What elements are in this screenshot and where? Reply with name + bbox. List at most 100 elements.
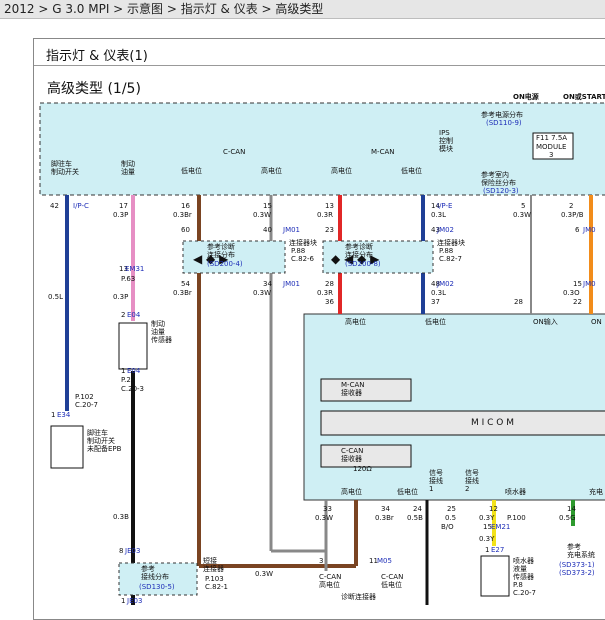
breadcrumb: 2012 > G 3.0 MPI > 示意图 > 指示灯 & 仪表 > 高级类型 <box>0 0 605 19</box>
label-signal2: 信号 <box>465 468 479 477</box>
label-c-can-low: 低电位 <box>381 580 402 589</box>
brake-fluid-sensor-icon <box>118 322 148 370</box>
micom-box <box>320 410 605 436</box>
label-w03w: 0.3W <box>513 211 531 219</box>
label-jm0: JM0 <box>582 280 596 288</box>
label-ref-diag-dist: 参考诊断 <box>207 242 235 251</box>
label-ref-ground-dist: 保险丝分布 <box>481 178 516 187</box>
label-pin-14b: 14 <box>567 505 576 513</box>
wiring-diagram: 高级类型 (1/5) ◀ ◆ ▶ ◆ ◀ ◆ ▶ ON电源 ON或START参考… <box>39 80 605 605</box>
label-ipc: I/P-C <box>73 202 89 210</box>
label-ref-ground2: 参考 <box>141 564 155 573</box>
label-pin-6: 6 <box>575 226 580 234</box>
label-c-can-high: 高电位 <box>319 580 340 589</box>
label-pin-2: 2 <box>121 311 125 319</box>
label-brake-fluid-sensor: 油量 <box>151 327 165 336</box>
label-conn-block: 连接器块 <box>437 238 465 247</box>
label-high-level: 高电位 <box>341 487 362 496</box>
label-p100: P.100 <box>507 514 526 522</box>
label-on-input: ON输入 <box>533 317 558 326</box>
cluster-micom-box <box>303 313 605 501</box>
label-m-can-rx: 接收器 <box>341 388 362 397</box>
label-e34: E34 <box>57 411 71 419</box>
label-w03o: 0.3O <box>563 289 580 297</box>
label-c-can-high: C-CAN <box>319 573 341 581</box>
label-low-level: 低电位 <box>181 166 202 175</box>
label-brake-fluid-top: 油量 <box>121 167 135 176</box>
label-short-conn: 短接 <box>203 556 217 565</box>
label-m-can-rx: M-CAN <box>341 381 364 389</box>
label-high-level: 高电位 <box>345 317 366 326</box>
label-washer-sensor: 传感器 <box>513 572 534 581</box>
label-ref-diag-dist: 连接分布 <box>207 250 235 259</box>
label-w03w: 0.3W <box>253 289 271 297</box>
label-ref-diag-dist: 参考诊断 <box>345 242 373 251</box>
label-pin-28: 28 <box>514 298 523 306</box>
label-p103: P.103 <box>205 575 224 583</box>
label-r120: 120Ω <box>353 465 372 473</box>
label-low-level: 低电位 <box>425 317 446 326</box>
label-signal2: 2 <box>465 485 469 493</box>
label-parking-brake-switch: 制动开关 <box>87 436 115 445</box>
label-pin-54: 54 <box>181 280 190 288</box>
label-e04: E04 <box>127 311 141 319</box>
label-p88: P.88 <box>291 247 305 255</box>
label-pin-42: 42 <box>50 202 59 210</box>
label-pin-1: 1 <box>51 411 55 419</box>
label-ref-diag-dist: 连接分布 <box>345 250 373 259</box>
label-brake-fluid-sensor: 传感器 <box>151 335 172 344</box>
label-pin-60: 60 <box>181 226 190 234</box>
label-p88: P.88 <box>439 247 453 255</box>
label-m05: M05 <box>377 557 392 565</box>
label-short-conn: 连接器 <box>203 564 224 573</box>
label-jm02: JM02 <box>436 280 454 288</box>
label-on-power: ON电源 <box>513 92 539 101</box>
label-no-epb: 未配备EPB <box>87 444 122 453</box>
label-pin-33: 33 <box>323 505 332 513</box>
label-pin-3: 3 <box>319 557 323 565</box>
label-ips-control: 控制 <box>439 136 453 145</box>
label-w03w: 0.3W <box>253 211 271 219</box>
label-pin-8: 8 <box>119 547 123 555</box>
label-ref-charge: 充电系统 <box>567 550 595 559</box>
label-low-level: 低电位 <box>401 166 422 175</box>
label-pin-17: 17 <box>119 202 128 210</box>
label-diag-conn: 诊断连接器 <box>341 592 376 601</box>
label-washer-sensor: 液量 <box>513 564 527 573</box>
label-c-can-low: C-CAN <box>381 573 403 581</box>
label-high-level: 高电位 <box>261 166 282 175</box>
label-bo: B/O <box>441 523 454 531</box>
label-sd200-8: (SD200-8) <box>345 260 381 268</box>
label-ref-power-dist: 参考电源分布 <box>481 110 523 119</box>
label-c-can-rx: 接收器 <box>341 454 362 463</box>
label-pin-40: 40 <box>263 226 272 234</box>
label-pin-2: 2 <box>569 202 573 210</box>
label-pin-1: 1 <box>485 546 489 554</box>
label-e27: E27 <box>491 546 504 554</box>
label-c20-7b: C.20-7 <box>513 589 536 597</box>
label-fuse-f11: F11 7.5A <box>536 134 567 142</box>
label-sd200-4: (SD200-4) <box>207 260 243 268</box>
label-w05bo: 0.5 <box>445 514 456 522</box>
label-pin-22: 22 <box>573 298 582 306</box>
label-w03w2: 0.3W <box>255 570 273 578</box>
label-module: MODULE <box>536 143 566 151</box>
label-sd120-3: (SD120-3) <box>483 187 519 195</box>
label-w03y2: 0.3Y <box>479 535 495 543</box>
label-pin-25: 25 <box>447 505 456 513</box>
label-conn-block: 连接器块 <box>289 238 317 247</box>
label-w03p: 0.3P <box>113 293 128 301</box>
label-on-or-start: ON或START <box>563 92 605 101</box>
m-can-receiver-box <box>320 378 412 402</box>
diagram-title: 高级类型 (1/5) <box>47 80 141 97</box>
label-pin-36: 36 <box>325 298 334 306</box>
label-w03b: 0.3B <box>113 513 129 521</box>
label-brake-fluid-top: 制动 <box>121 159 135 168</box>
label-washer-sensor: 喷水器 <box>513 556 534 565</box>
label-pin-16: 16 <box>181 202 190 210</box>
label-signal1: 1 <box>429 485 433 493</box>
label-micom: M I C O M <box>471 418 514 428</box>
label-ref-ground2: 接线分布 <box>141 572 169 581</box>
label-jm01: JM01 <box>282 226 300 234</box>
label-ref-charge: 参考 <box>567 542 581 551</box>
